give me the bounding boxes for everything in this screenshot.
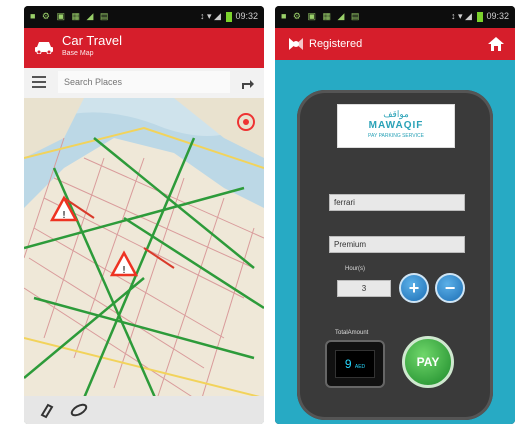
parking-background: مواقف MAWAQIF PAY PARKING SERVICE ferrar… [275,60,515,424]
decrease-hours-button[interactable]: − [435,273,465,303]
search-input[interactable] [58,71,230,93]
sign-tagline: PAY PARKING SERVICE [368,133,424,139]
route-icon[interactable] [68,401,90,419]
bottom-toolbar [24,396,264,424]
battery-icon [477,11,484,22]
mawaqif-sign: مواقف MAWAQIF PAY PARKING SERVICE [337,104,455,148]
pay-button[interactable]: PAY [402,336,454,388]
notification-icons: ■ ⚙ ▣ ▦ ◢ ▤ [281,11,362,21]
directions-icon[interactable] [236,72,258,94]
app-title: Car Travel [62,33,122,48]
notification-icons: ■ ⚙ ▣ ▦ ◢ ▤ [30,11,111,21]
hours-value: 3 [337,280,391,297]
search-row [24,68,264,99]
increase-hours-button[interactable]: + [399,273,429,303]
vehicle-type-select[interactable]: Premium [329,236,465,253]
parking-meter: مواقف MAWAQIF PAY PARKING SERVICE ferrar… [297,90,493,420]
car-icon [35,42,53,54]
battery-icon [226,11,233,22]
status-bar: ■ ⚙ ▣ ▦ ◢ ▤ ↕ ▾ ◢ 09:32 [24,6,264,28]
app-title: Registered [309,38,363,50]
traffic-map[interactable]: ! ! [24,98,264,424]
status-right: ↕ ▾ ◢ 09:32 [451,11,509,22]
parking-logo-icon [289,38,303,50]
plate-input[interactable]: ferrari [329,194,465,211]
total-amount-display: 9 AED [325,340,385,388]
menu-icon[interactable] [32,76,46,88]
status-bar: ■ ⚙ ▣ ▦ ◢ ▤ ↕ ▾ ◢ 09:32 [275,6,515,28]
home-icon[interactable] [487,35,505,53]
svg-text:!: ! [122,265,126,276]
app-subtitle[interactable]: Base Map [62,50,94,57]
hours-label: Hour(s) [345,266,366,272]
status-time: 09:32 [486,11,509,21]
app-bar: Car Travel Base Map [24,28,264,68]
sign-arabic: مواقف [383,109,409,119]
currency-label: AED [354,364,366,370]
total-amount-value: 9 [344,357,352,371]
status-right: ↕ ▾ ◢ 09:32 [200,11,258,22]
total-amount-label: TotalAmount [335,330,369,336]
total-amount-screen: 9 AED [335,350,375,378]
car-travel-phone: ■ ⚙ ▣ ▦ ◢ ▤ ↕ ▾ ◢ 09:32 Car Travel Base … [24,6,264,424]
parking-phone: ■ ⚙ ▣ ▦ ◢ ▤ ↕ ▾ ◢ 09:32 Registered مواقف… [275,6,515,424]
sign-brand: MAWAQIF [368,120,424,131]
status-time: 09:32 [235,11,258,21]
app-bar: Registered [275,28,515,60]
svg-text:!: ! [62,210,66,221]
layers-icon[interactable] [36,401,58,419]
